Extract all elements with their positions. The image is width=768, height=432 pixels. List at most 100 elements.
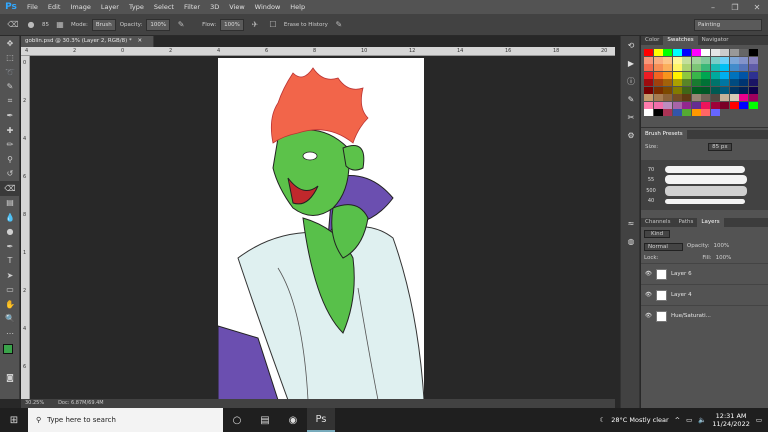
zoom-tool-icon[interactable]: 🔍 <box>0 312 20 327</box>
swatch-cell[interactable] <box>748 71 758 79</box>
swatch-cell[interactable] <box>653 64 663 71</box>
tab-color[interactable]: Color <box>641 36 663 45</box>
fill-input[interactable]: 100% <box>716 255 732 261</box>
opacity-input[interactable]: 100% <box>146 18 171 31</box>
clock[interactable]: 12:31 AM 11/24/2022 <box>712 412 749 428</box>
swatch-cell[interactable] <box>729 64 739 71</box>
swatch-cell[interactable] <box>663 56 672 64</box>
swatch-cell[interactable] <box>701 109 710 116</box>
swatch-cell[interactable] <box>729 49 739 56</box>
history-brush-tool-icon[interactable]: ↺ <box>0 167 20 182</box>
opacity-pressure-icon[interactable]: ✎ <box>174 18 188 32</box>
menu-help[interactable]: Help <box>285 0 310 14</box>
photoshop-taskbar-icon[interactable]: Ps <box>307 408 335 432</box>
clone-source-icon[interactable]: ⚙ <box>621 126 641 144</box>
swatch-cell[interactable] <box>720 49 729 56</box>
swatch-cell[interactable] <box>701 86 710 94</box>
swatch-cell[interactable] <box>653 101 663 109</box>
pen-tool-icon[interactable]: ✒ <box>0 239 20 254</box>
eye-icon[interactable]: 👁 <box>645 292 652 298</box>
swatch-cell[interactable] <box>739 56 748 64</box>
path-select-tool-icon[interactable]: ➤ <box>0 268 20 283</box>
layer-row[interactable]: 👁 Layer 6 <box>641 263 768 284</box>
swatch-cell[interactable] <box>644 49 653 56</box>
blur-tool-icon[interactable]: 💧 <box>0 210 20 225</box>
menu-type[interactable]: Type <box>124 0 149 14</box>
menu-window[interactable]: Window <box>250 0 286 14</box>
chrome-icon[interactable]: ◉ <box>279 408 307 432</box>
menu-filter[interactable]: Filter <box>179 0 205 14</box>
tab-channels[interactable]: Channels <box>641 218 674 227</box>
dodge-tool-icon[interactable]: ● <box>0 225 20 240</box>
swatch-cell[interactable] <box>644 56 653 64</box>
brush-preset-item[interactable]: 55 <box>641 175 768 184</box>
close-document-icon[interactable]: ✕ <box>138 38 143 44</box>
swatch-cell[interactable] <box>644 109 653 116</box>
swatch-cell[interactable] <box>682 56 691 64</box>
swatch-cell[interactable] <box>748 86 758 94</box>
mode-select[interactable]: Brush <box>91 18 116 31</box>
swatch-cell[interactable] <box>672 79 682 86</box>
swatch-cell[interactable] <box>720 71 729 79</box>
menu-view[interactable]: View <box>224 0 249 14</box>
swatch-cell[interactable] <box>748 79 758 86</box>
swatch-cell[interactable] <box>748 101 758 109</box>
swatch-cell[interactable] <box>710 86 720 94</box>
workspace-select[interactable]: Painting <box>694 19 762 31</box>
menu-select[interactable]: Select <box>149 0 179 14</box>
swatch-cell[interactable] <box>710 94 720 101</box>
eraser-tool-icon-active[interactable]: ⌫ <box>0 181 20 196</box>
swatch-cell[interactable] <box>663 94 672 101</box>
tab-swatches[interactable]: Swatches <box>663 36 698 45</box>
menu-layer[interactable]: Layer <box>96 0 124 14</box>
swatch-cell[interactable] <box>663 86 672 94</box>
swatch-cell[interactable] <box>701 79 710 86</box>
swatch-cell[interactable] <box>672 64 682 71</box>
layer-row[interactable]: 👁 Layer 4 <box>641 284 768 305</box>
brush-preset-item[interactable]: 500 <box>641 186 768 196</box>
swatch-cell[interactable] <box>748 56 758 64</box>
erase-to-history-checkbox[interactable]: ☐ <box>266 18 280 32</box>
swatch-cell[interactable] <box>663 101 672 109</box>
actions-panel-icon[interactable]: ▶ <box>621 54 641 72</box>
swatch-cell[interactable] <box>653 94 663 101</box>
extra-tools-icon[interactable]: ⋯ <box>0 326 20 341</box>
type-tool-icon[interactable]: T <box>0 254 20 269</box>
weather-text[interactable]: 28°C Mostly clear <box>611 416 668 424</box>
swatch-cell[interactable] <box>691 101 701 109</box>
swatch-cell[interactable] <box>682 94 691 101</box>
swatch-cell[interactable] <box>720 64 729 71</box>
swatch-cell[interactable] <box>672 56 682 64</box>
swatch-cell[interactable] <box>701 71 710 79</box>
swatch-cell[interactable] <box>691 56 701 64</box>
eyedropper-tool-icon[interactable]: ✒ <box>0 109 20 124</box>
notification-icon[interactable]: ▭ <box>756 416 762 424</box>
swatch-cell[interactable] <box>739 86 748 94</box>
swatch-cell[interactable] <box>748 49 758 56</box>
swatch-cell[interactable] <box>729 86 739 94</box>
swatch-cell[interactable] <box>663 71 672 79</box>
swatch-cell[interactable] <box>729 94 739 101</box>
menu-file[interactable]: File <box>22 0 43 14</box>
swatch-cell[interactable] <box>653 79 663 86</box>
swatch-cell[interactable] <box>682 71 691 79</box>
swatch-cell[interactable] <box>701 49 710 56</box>
swatch-cell[interactable] <box>710 71 720 79</box>
swatch-cell[interactable] <box>720 56 729 64</box>
swatch-cell[interactable] <box>739 94 748 101</box>
swatch-cell[interactable] <box>720 101 729 109</box>
close-icon[interactable]: ✕ <box>746 3 768 12</box>
swatch-cell[interactable] <box>644 64 653 71</box>
swatch-cell[interactable] <box>701 101 710 109</box>
brush-preset-item[interactable]: 40 <box>641 198 768 204</box>
swatch-cell[interactable] <box>748 94 758 101</box>
layer-row[interactable]: 👁 Hue/Saturati... <box>641 305 768 326</box>
swatch-cell[interactable] <box>644 71 653 79</box>
move-tool-icon[interactable]: ✥ <box>0 36 20 51</box>
swatch-cell[interactable] <box>720 94 729 101</box>
swatch-cell[interactable] <box>729 79 739 86</box>
swatch-cell[interactable] <box>691 49 701 56</box>
eraser-tool-icon[interactable]: ⌫ <box>6 18 20 32</box>
tab-navigator[interactable]: Navigator <box>698 36 733 45</box>
swatch-cell[interactable] <box>672 86 682 94</box>
